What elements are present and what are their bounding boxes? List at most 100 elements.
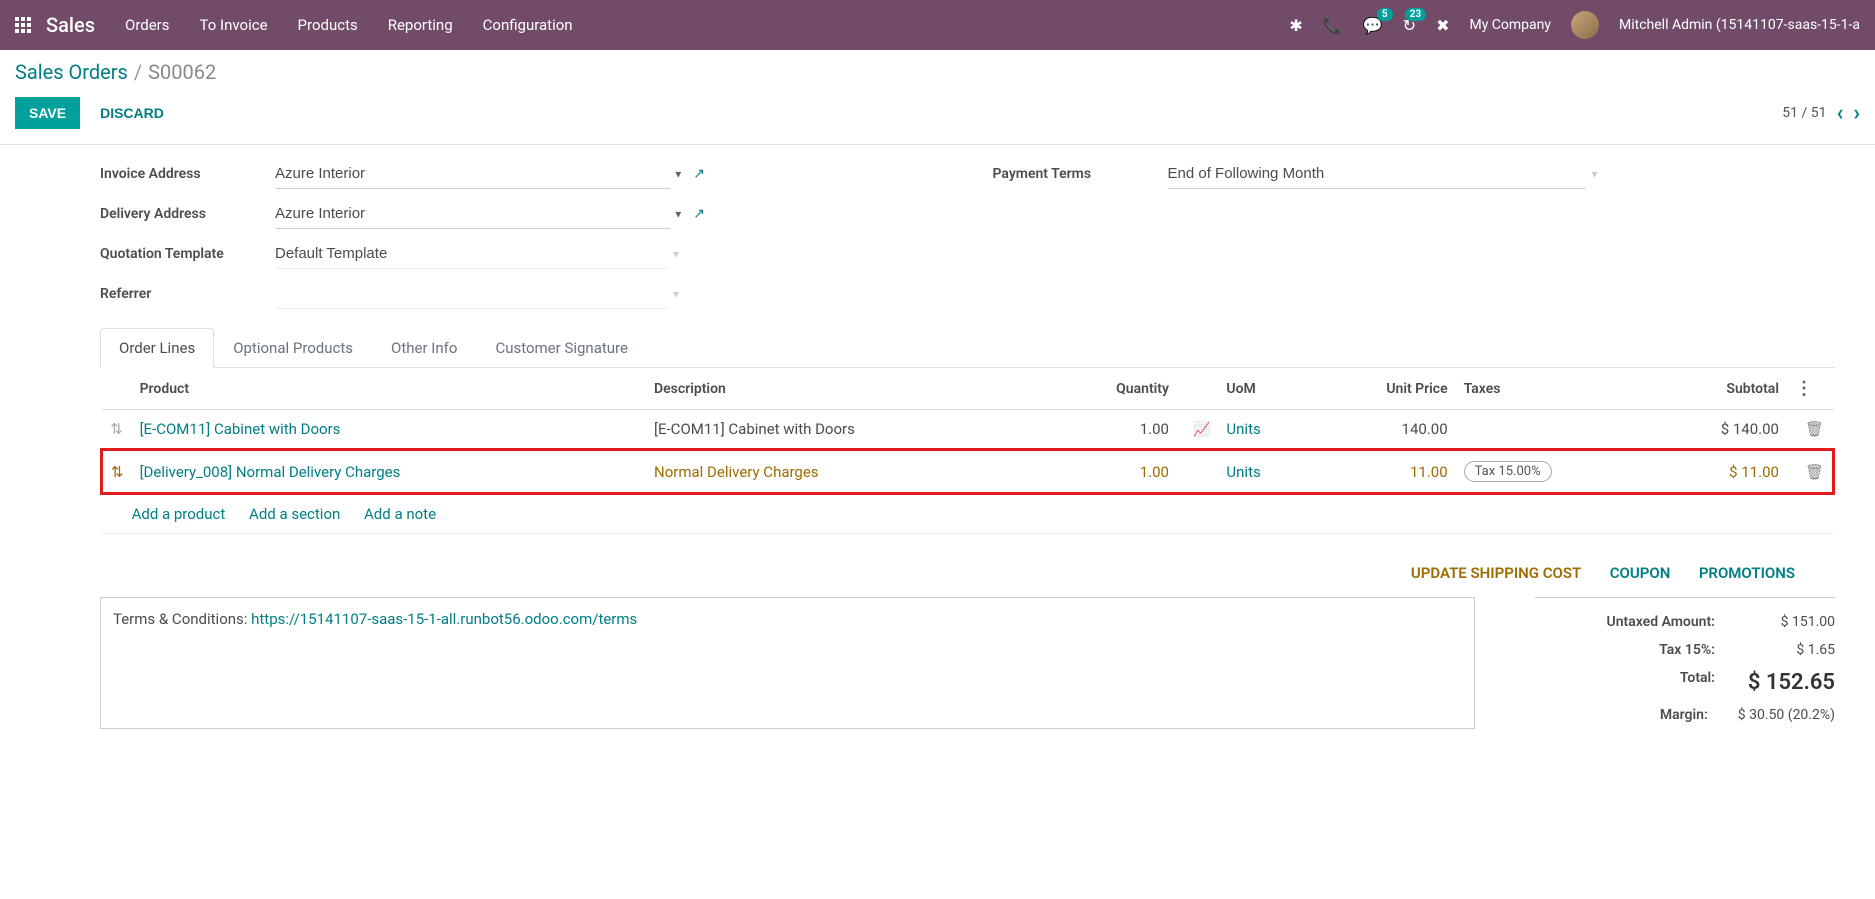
delivery-address-label: Delivery Address: [100, 206, 275, 222]
external-link-icon[interactable]: ↗: [693, 166, 705, 182]
terms-prefix: Terms & Conditions:: [113, 610, 251, 628]
external-link-icon[interactable]: ↗: [693, 206, 705, 222]
caret-down-icon[interactable]: ▾: [1591, 167, 1597, 181]
col-product[interactable]: Product: [132, 368, 646, 410]
add-note-link[interactable]: Add a note: [364, 505, 436, 523]
discard-button[interactable]: DISCARD: [100, 105, 164, 121]
forecast-chart-icon[interactable]: 📈: [1193, 422, 1210, 438]
total-label: Total:: [1535, 670, 1715, 695]
col-subtotal[interactable]: Subtotal: [1649, 368, 1787, 410]
payment-terms-field[interactable]: [1168, 159, 1587, 189]
pager-prev-icon[interactable]: ‹: [1836, 101, 1843, 126]
col-description[interactable]: Description: [646, 368, 1049, 410]
company-name[interactable]: My Company: [1469, 17, 1551, 33]
breadcrumb-current: S00062: [148, 60, 216, 84]
bug-icon[interactable]: ✱: [1289, 16, 1302, 35]
col-quantity[interactable]: Quantity: [1049, 368, 1177, 410]
cell-quantity[interactable]: 1.00: [1049, 450, 1177, 494]
tax-label: Tax 15%:: [1535, 642, 1715, 658]
cell-uom[interactable]: Units: [1218, 410, 1312, 450]
referrer-field[interactable]: [275, 279, 668, 309]
coupon-button[interactable]: COUPON: [1610, 564, 1671, 582]
quotation-template-field[interactable]: [275, 239, 668, 269]
trash-icon[interactable]: 🗑: [1805, 420, 1824, 438]
kebab-icon[interactable]: ⋮: [1795, 378, 1813, 399]
payment-terms-label: Payment Terms: [993, 166, 1168, 182]
invoice-address-field[interactable]: [275, 159, 670, 189]
nav-to-invoice[interactable]: To Invoice: [200, 16, 268, 34]
invoice-address-label: Invoice Address: [100, 166, 275, 182]
drag-handle-icon[interactable]: ⇅: [102, 410, 132, 450]
footer-action-links: UPDATE SHIPPING COST COUPON PROMOTIONS: [100, 564, 1835, 582]
app-title[interactable]: Sales: [46, 13, 95, 37]
chat-badge: 5: [1377, 8, 1393, 21]
avatar[interactable]: [1571, 11, 1599, 39]
margin-value: $ 30.50 (20.2%): [1738, 707, 1835, 723]
tab-customer-signature[interactable]: Customer Signature: [476, 328, 647, 367]
tax-chip[interactable]: Tax 15.00%: [1464, 461, 1552, 482]
pager-next-icon[interactable]: ›: [1853, 101, 1860, 126]
cell-taxes[interactable]: [1456, 410, 1649, 450]
terms-link[interactable]: https://15141107-saas-15-1-all.runbot56.…: [251, 610, 637, 628]
breadcrumb-root[interactable]: Sales Orders: [15, 60, 128, 84]
margin-label: Margin:: [1535, 707, 1708, 723]
referrer-label: Referrer: [100, 286, 275, 302]
cell-taxes[interactable]: Tax 15.00%: [1456, 450, 1649, 494]
nav-reporting[interactable]: Reporting: [388, 16, 453, 34]
cell-product[interactable]: [Delivery_008] Normal Delivery Charges: [132, 450, 646, 494]
terms-box[interactable]: Terms & Conditions: https://15141107-saa…: [100, 597, 1475, 729]
cell-description[interactable]: Normal Delivery Charges: [646, 450, 1049, 494]
nav-products[interactable]: Products: [298, 16, 358, 34]
chat-icon[interactable]: 💬5: [1363, 16, 1383, 35]
table-row[interactable]: ⇅ [Delivery_008] Normal Delivery Charges…: [102, 450, 1834, 494]
untaxed-value: $ 151.00: [1745, 614, 1835, 630]
cell-subtotal: $ 11.00: [1649, 450, 1787, 494]
add-product-link[interactable]: Add a product: [132, 505, 226, 523]
save-button[interactable]: SAVE: [15, 97, 80, 129]
user-name[interactable]: Mitchell Admin (15141107-saas-15-1-a: [1619, 17, 1860, 33]
breadcrumb: Sales Orders / S00062: [0, 50, 1875, 89]
tabs: Order Lines Optional Products Other Info…: [100, 328, 1835, 368]
tools-icon[interactable]: ✖: [1436, 16, 1449, 35]
caret-down-icon[interactable]: ▾: [675, 167, 681, 181]
pager-count: 51 / 51: [1782, 105, 1826, 121]
action-bar: SAVE DISCARD 51 / 51 ‹ ›: [0, 89, 1875, 145]
order-lines-table: Product Description Quantity UoM Unit Pr…: [100, 368, 1835, 534]
bottom-section: Terms & Conditions: https://15141107-saa…: [100, 597, 1835, 729]
delivery-address-field[interactable]: [275, 199, 670, 229]
breadcrumb-separator: /: [134, 60, 142, 84]
trash-icon[interactable]: 🗑: [1805, 463, 1824, 481]
tab-order-lines[interactable]: Order Lines: [100, 328, 214, 368]
table-row[interactable]: ⇅ [E-COM11] Cabinet with Doors [E-COM11]…: [102, 410, 1834, 450]
activity-badge: 23: [1405, 8, 1426, 21]
cell-subtotal: $ 140.00: [1649, 410, 1787, 450]
untaxed-label: Untaxed Amount:: [1535, 614, 1715, 630]
col-uom[interactable]: UoM: [1218, 368, 1312, 410]
cell-unit-price[interactable]: 11.00: [1312, 450, 1456, 494]
nav-configuration[interactable]: Configuration: [483, 16, 573, 34]
tab-optional-products[interactable]: Optional Products: [214, 328, 372, 367]
nav-orders[interactable]: Orders: [125, 16, 170, 34]
total-value: $ 152.65: [1745, 670, 1835, 695]
tax-value: $ 1.65: [1745, 642, 1835, 658]
tab-other-info[interactable]: Other Info: [372, 328, 476, 367]
caret-down-icon[interactable]: ▾: [675, 207, 681, 221]
cell-uom[interactable]: Units: [1218, 450, 1312, 494]
apps-icon[interactable]: [15, 17, 31, 33]
drag-handle-icon[interactable]: ⇅: [102, 450, 132, 494]
pager: 51 / 51 ‹ ›: [1782, 101, 1860, 126]
activity-icon[interactable]: ↻23: [1403, 16, 1416, 35]
col-unit-price[interactable]: Unit Price: [1312, 368, 1456, 410]
caret-down-icon[interactable]: ▾: [673, 247, 679, 261]
col-taxes[interactable]: Taxes: [1456, 368, 1649, 410]
caret-down-icon[interactable]: ▾: [673, 287, 679, 301]
promotions-button[interactable]: PROMOTIONS: [1699, 564, 1795, 582]
cell-product[interactable]: [E-COM11] Cabinet with Doors: [132, 410, 646, 450]
update-shipping-button[interactable]: UPDATE SHIPPING COST: [1411, 564, 1581, 582]
cell-quantity[interactable]: 1.00: [1049, 410, 1177, 450]
add-section-link[interactable]: Add a section: [249, 505, 340, 523]
top-navbar: Sales Orders To Invoice Products Reporti…: [0, 0, 1875, 50]
cell-description[interactable]: [E-COM11] Cabinet with Doors: [646, 410, 1049, 450]
cell-unit-price[interactable]: 140.00: [1312, 410, 1456, 450]
phone-icon[interactable]: 📞: [1323, 16, 1343, 35]
